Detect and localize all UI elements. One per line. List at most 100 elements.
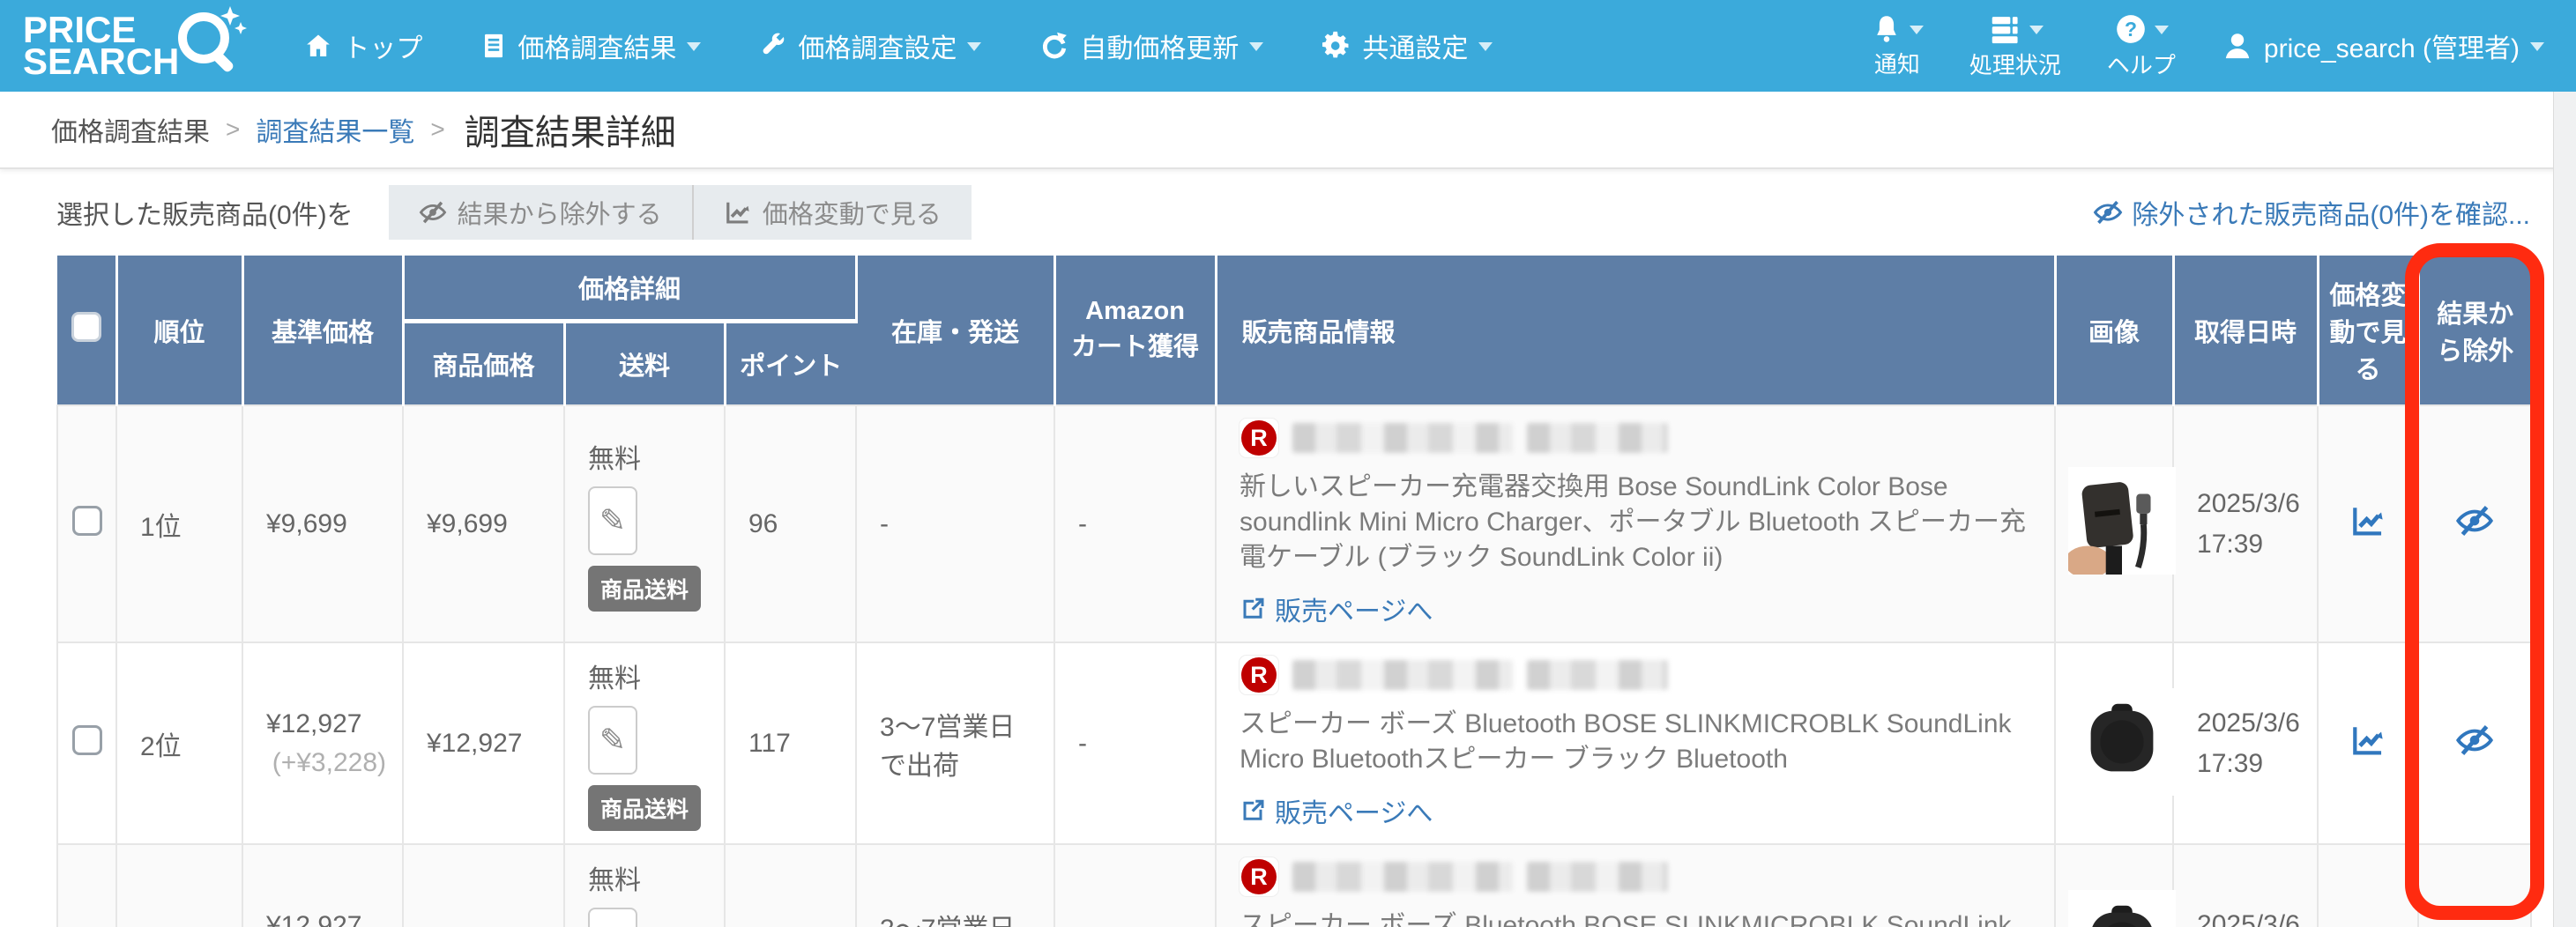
page-title: 調査結果詳細 <box>465 104 676 155</box>
exclude-row-button[interactable] <box>2455 923 2494 927</box>
base-price-cell: ¥9,699 <box>242 405 403 642</box>
link-label: 販売ページへ <box>1275 590 1433 628</box>
blurred-seller-name <box>1292 862 1513 892</box>
view-excluded-products-link[interactable]: 除外された販売商品(0件)を確認... <box>2093 193 2530 232</box>
amazon-cart-cell: - <box>1054 405 1216 642</box>
nav-item-processing-status[interactable]: 処理状況 <box>1969 12 2061 80</box>
eye-slash-icon <box>2093 197 2123 227</box>
sale-page-link[interactable]: 販売ページへ <box>1240 791 1433 830</box>
image-cell <box>2055 405 2173 642</box>
user-menu[interactable]: price_search (管理者) <box>2222 26 2544 65</box>
chevron-down-icon <box>1910 26 1924 41</box>
product-image <box>2068 688 2176 796</box>
acquired-at-cell: 2025/3/6 17:39 <box>2173 844 2318 927</box>
home-icon <box>304 32 332 60</box>
header-image: 画像 <box>2055 256 2173 405</box>
chart-line-icon <box>2349 502 2386 539</box>
brand-logo[interactable]: PRICESEARCH <box>23 10 248 82</box>
exclude-row-button[interactable] <box>2455 501 2494 547</box>
shipping-value: 無料 <box>588 858 711 897</box>
view-price-change-button[interactable]: 価格変動で見る <box>692 185 972 240</box>
header-line: カート獲得 <box>1065 326 1206 363</box>
nav-item-common-settings[interactable]: 共通設定 <box>1322 26 1493 65</box>
rank-cell: 1位 <box>116 405 242 642</box>
points-cell: 117 <box>725 844 856 927</box>
magnifier-icon <box>167 1 248 82</box>
header-product-price: 商品価格 <box>403 321 564 405</box>
header-price-detail-group: 価格詳細 <box>403 256 856 321</box>
breadcrumb-price-survey-results[interactable]: 価格調査結果 <box>51 110 210 149</box>
link-label: 除外された販売商品(0件)を確認... <box>2132 193 2530 232</box>
nav-item-label: 通知 <box>1874 47 1920 79</box>
nav-item-auto-price-update[interactable]: 自動価格更新 <box>1039 26 1263 65</box>
refresh-icon <box>1039 31 1069 61</box>
acquired-at-cell: 2025/3/6 17:39 <box>2173 405 2318 642</box>
header-select-all <box>57 256 116 405</box>
header-amazon-cart: Amazon カート獲得 <box>1054 256 1216 405</box>
points-cell: 96 <box>725 405 856 642</box>
row-checkbox[interactable] <box>72 725 102 755</box>
stock-cell: 3〜7営業日で出荷 <box>856 844 1054 927</box>
button-label: 価格変動で見る <box>763 194 942 231</box>
chevron-down-icon <box>967 42 981 58</box>
external-link-icon <box>1240 596 1266 622</box>
brand-text: PRICESEARCH <box>23 14 179 78</box>
product-price-cell: ¥12,927 <box>403 844 564 927</box>
product-image <box>2068 467 2176 575</box>
price-change-cell <box>2318 642 2418 844</box>
bell-icon <box>1871 13 1902 45</box>
header-line: Amazon <box>1065 297 1206 326</box>
price-change-chart-button[interactable] <box>2349 722 2386 766</box>
nav-item-help[interactable]: ? ヘルプ <box>2107 12 2176 80</box>
header-points: ポイント <box>725 321 856 405</box>
blurred-seller-name <box>1527 862 1668 892</box>
chart-line-icon <box>2349 722 2386 759</box>
base-price-diff: (+¥3,228) <box>266 748 390 778</box>
blurred-seller-name <box>1292 660 1513 690</box>
header-product-info: 販売商品情報 <box>1216 256 2055 405</box>
image-cell <box>2055 642 2173 844</box>
price-change-chart-button[interactable] <box>2349 923 2386 927</box>
chevron-down-icon <box>2530 42 2544 58</box>
svg-text:?: ? <box>2125 17 2137 40</box>
row-checkbox[interactable] <box>72 506 102 536</box>
header-price-change: 価格変動で見る <box>2318 256 2418 405</box>
user-icon <box>2222 30 2253 62</box>
shipping-cell: 無料 ✎ 商品送料 <box>564 642 725 844</box>
nav-item-top[interactable]: トップ <box>304 26 422 65</box>
help-icon: ? <box>2114 12 2148 46</box>
table-row: 1位 ¥9,699 ¥9,699 無料 ✎ 商品送料 96 - - R <box>57 405 2531 642</box>
nav-item-label: 価格調査結果 <box>517 26 676 65</box>
price-change-cell <box>2318 844 2418 927</box>
exclude-from-results-button[interactable]: 結果から除外する <box>389 185 692 240</box>
nav-item-label: ヘルプ <box>2107 48 2176 80</box>
vertical-scrollbar[interactable] <box>2553 92 2576 927</box>
edit-shipping-button[interactable]: ✎ <box>588 486 637 555</box>
nav-item-notifications[interactable]: 通知 <box>1871 13 1924 79</box>
edit-shipping-button[interactable]: ✎ <box>588 908 637 927</box>
amazon-cart-cell: - <box>1054 642 1216 844</box>
edit-shipping-button[interactable]: ✎ <box>588 706 637 775</box>
header-base-price: 基準価格 <box>242 256 403 405</box>
blurred-seller-name <box>1527 423 1668 453</box>
header-shipping: 送料 <box>564 321 725 405</box>
tasks-icon <box>1987 12 2022 46</box>
breadcrumb-result-list-link[interactable]: 調査結果一覧 <box>256 110 414 149</box>
user-name: price_search (管理者) <box>2264 26 2520 65</box>
select-all-checkbox[interactable] <box>71 312 101 342</box>
breadcrumb-separator: > <box>430 115 444 144</box>
chart-line-icon <box>2349 923 2386 927</box>
header-rank: 順位 <box>116 256 242 405</box>
bulk-action-buttons: 結果から除外する 価格変動で見る <box>389 185 972 240</box>
nav-item-price-survey-settings[interactable]: 価格調査設定 <box>759 26 981 65</box>
exclude-row-button[interactable] <box>2455 721 2494 767</box>
eye-slash-icon <box>419 198 447 226</box>
nav-item-label: トップ <box>343 26 422 65</box>
product-title: 新しいスピーカー充電器交換用 Bose SoundLink Color Bose… <box>1240 470 2042 575</box>
main-content: 選択した販売商品(0件)を 結果から除外する 価格変動で見る 除外された販売商品… <box>0 169 2576 927</box>
sale-page-link[interactable]: 販売ページへ <box>1240 590 1433 628</box>
chevron-down-icon <box>687 42 701 58</box>
nav-item-price-survey-results[interactable]: 価格調査結果 <box>480 26 701 65</box>
price-change-chart-button[interactable] <box>2349 502 2386 546</box>
shipping-badge: 商品送料 <box>588 785 701 831</box>
